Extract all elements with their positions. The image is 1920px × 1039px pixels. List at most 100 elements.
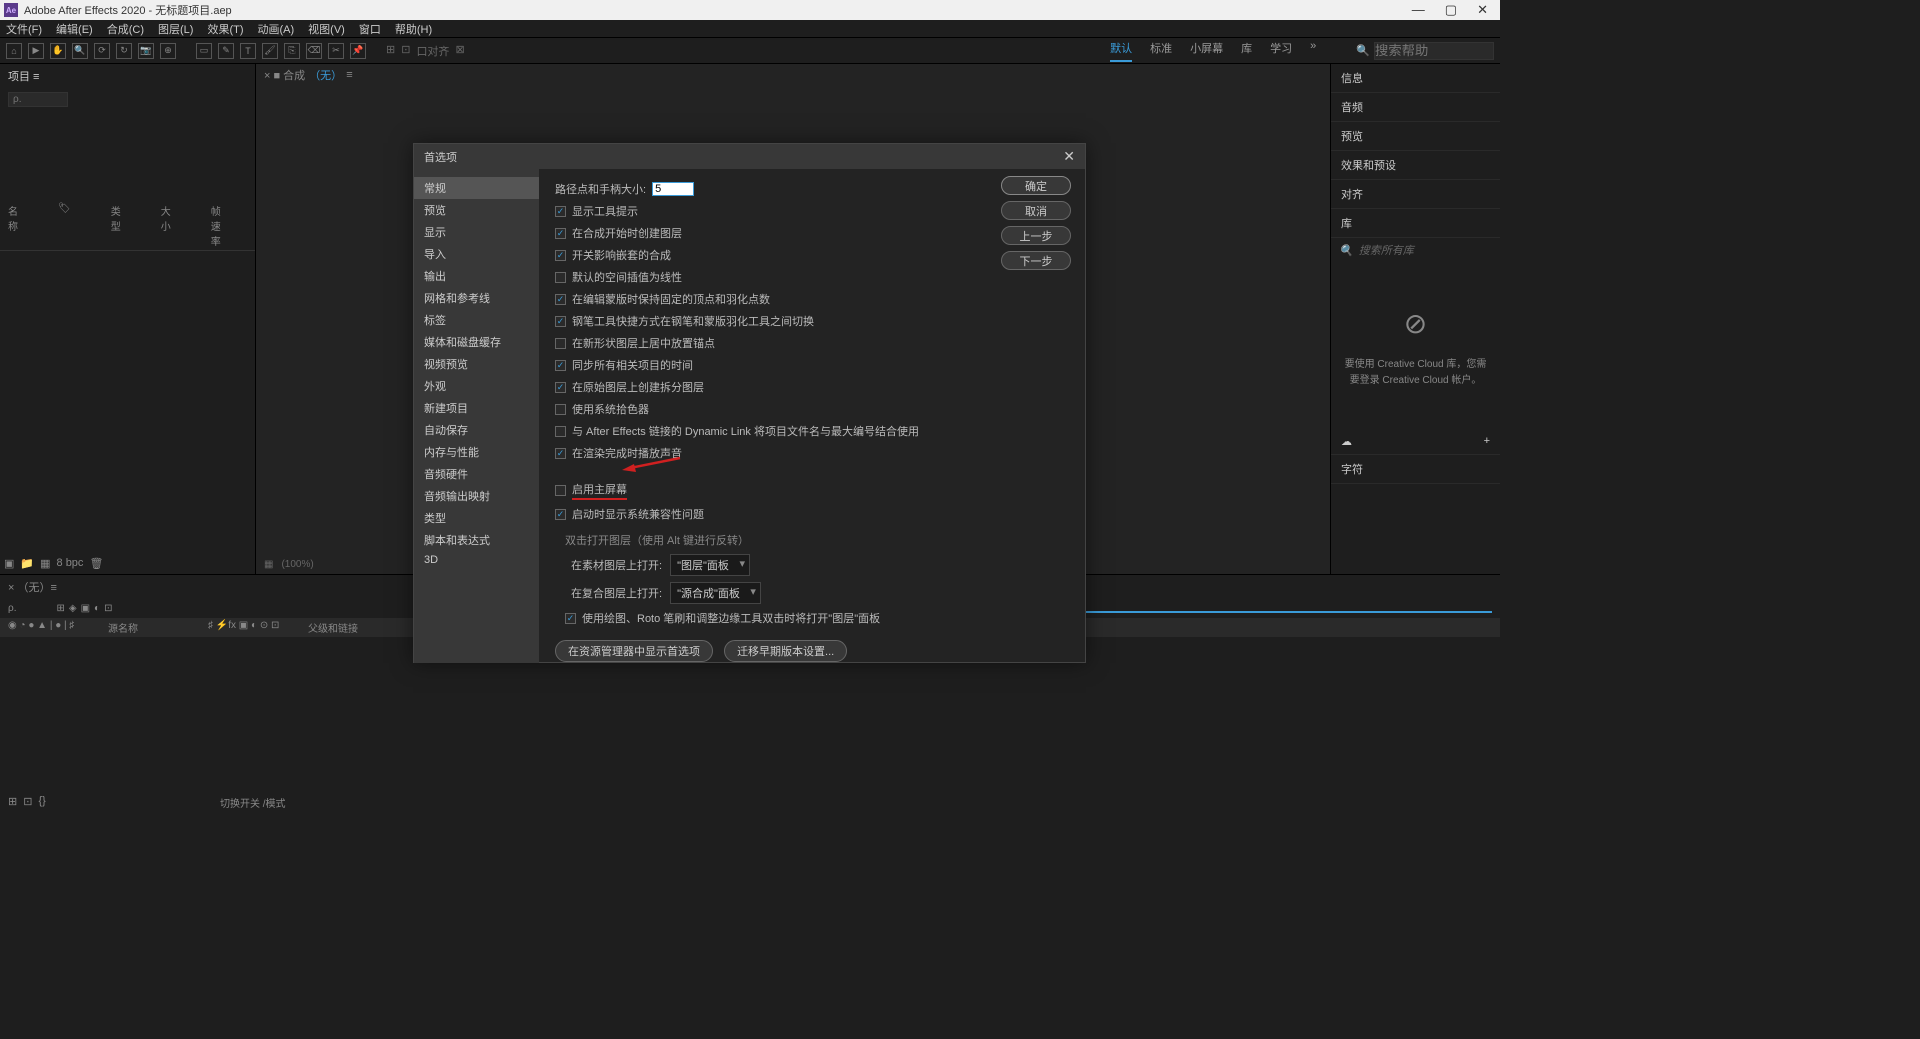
cat-labels[interactable]: 标签 [414, 309, 539, 331]
workspace-learn[interactable]: 学习 [1270, 40, 1292, 62]
cat-scripts[interactable]: 脚本和表达式 [414, 529, 539, 551]
prev-button[interactable]: 上一步 [1001, 226, 1071, 245]
minimize-button[interactable]: — [1412, 2, 1425, 18]
open-footage-select[interactable]: "图层"面板 [670, 554, 750, 576]
workspace-more[interactable]: » [1310, 40, 1316, 62]
chk-spatial-linear[interactable] [555, 272, 566, 283]
bpc-label[interactable]: 8 bpc [57, 557, 84, 570]
menu-view[interactable]: 视图(V) [308, 21, 345, 37]
tag-icon[interactable]: 🏷 [58, 203, 71, 248]
col-size[interactable]: 大小 [161, 203, 171, 248]
menu-window[interactable]: 窗口 [359, 21, 381, 37]
zoom-tool-icon[interactable]: 🔍 [72, 43, 88, 59]
cat-new-project[interactable]: 新建项目 [414, 397, 539, 419]
interpret-icon[interactable]: ▣ [4, 557, 14, 570]
chk-switches-nested[interactable] [555, 250, 566, 261]
menu-animation[interactable]: 动画(A) [258, 21, 295, 37]
menu-layer[interactable]: 图层(L) [158, 21, 193, 37]
snap-icon[interactable]: ⊞ [386, 43, 395, 59]
cat-memory[interactable]: 内存与性能 [414, 441, 539, 463]
ok-button[interactable]: 确定 [1001, 176, 1071, 195]
cat-appearance[interactable]: 外观 [414, 375, 539, 397]
tl-icon-1[interactable]: ⊞ [56, 603, 64, 614]
zoom-dropdown[interactable]: (100%) [281, 559, 313, 570]
comp-tab-label[interactable]: × ■ 合成 [264, 67, 305, 83]
col-type[interactable]: 类型 [111, 203, 121, 248]
chk-pen-shortcut[interactable] [555, 316, 566, 327]
cat-type[interactable]: 类型 [414, 507, 539, 529]
cloud-sync-icon[interactable]: ☁ [1341, 435, 1352, 448]
btn-migrate[interactable]: 迁移早期版本设置... [724, 640, 847, 662]
comp-menu-icon[interactable]: ≡ [346, 69, 352, 81]
eraser-tool-icon[interactable]: ⌫ [306, 43, 322, 59]
col-name[interactable]: 名称 [8, 203, 18, 248]
comp-icon[interactable]: ▦ [40, 557, 50, 570]
cat-output[interactable]: 输出 [414, 265, 539, 287]
tl-footer-icon-3[interactable]: {} [38, 795, 45, 808]
open-comp-select[interactable]: "源合成"面板 [670, 582, 761, 604]
btn-show-explorer[interactable]: 在资源管理器中显示首选项 [555, 640, 713, 662]
tl-icon-2[interactable]: ◈ [69, 603, 77, 614]
chk-tooltips[interactable] [555, 206, 566, 217]
orbit-tool-icon[interactable]: ⟳ [94, 43, 110, 59]
tl-source-name[interactable]: 源名称 [108, 620, 208, 635]
pen-tool-icon[interactable]: ✎ [218, 43, 234, 59]
panel-audio[interactable]: 音频 [1331, 93, 1500, 122]
tl-parent[interactable]: 父级和链接 [308, 620, 358, 635]
col-framerate[interactable]: 帧速率 [211, 203, 221, 248]
menu-file[interactable]: 文件(F) [6, 21, 42, 37]
maximize-button[interactable]: ▢ [1445, 2, 1457, 18]
workspace-default[interactable]: 默认 [1110, 40, 1132, 62]
rect-tool-icon[interactable]: ▭ [196, 43, 212, 59]
chk-paint-tools[interactable] [565, 613, 576, 624]
puppet-tool-icon[interactable]: 📌 [350, 43, 366, 59]
cat-audio-hw[interactable]: 音频硬件 [414, 463, 539, 485]
hand-tool-icon[interactable]: ✋ [50, 43, 66, 59]
project-tab[interactable]: 项目 ≡ [0, 64, 47, 88]
cat-auto-save[interactable]: 自动保存 [414, 419, 539, 441]
folder-icon[interactable]: 📁 [20, 557, 34, 570]
toggle-switches[interactable]: 切换开关 /模式 [220, 799, 286, 810]
panel-effects[interactable]: 效果和预设 [1331, 151, 1500, 180]
chk-sync-time[interactable] [555, 360, 566, 371]
anchor-tool-icon[interactable]: ⊕ [160, 43, 176, 59]
chk-split-layers[interactable] [555, 382, 566, 393]
chk-create-layers[interactable] [555, 228, 566, 239]
panel-preview[interactable]: 预览 [1331, 122, 1500, 151]
cat-display[interactable]: 显示 [414, 221, 539, 243]
workspace-small[interactable]: 小屏幕 [1190, 40, 1223, 62]
selection-tool-icon[interactable]: ▶ [28, 43, 44, 59]
cancel-button[interactable]: 取消 [1001, 201, 1071, 220]
chk-center-anchor[interactable] [555, 338, 566, 349]
text-tool-icon[interactable]: T [240, 43, 256, 59]
brush-tool-icon[interactable]: 🖌 [262, 43, 278, 59]
camera-tool-icon[interactable]: 📷 [138, 43, 154, 59]
path-point-input[interactable] [652, 182, 694, 196]
tl-footer-icon-1[interactable]: ⊞ [8, 795, 17, 808]
menu-effect[interactable]: 效果(T) [207, 21, 243, 37]
view-icon[interactable]: ▦ [264, 559, 273, 570]
tl-icon-5[interactable]: ⊡ [104, 603, 112, 614]
tl-icon-4[interactable]: ◐ [94, 603, 100, 614]
menu-edit[interactable]: 编辑(E) [56, 21, 93, 37]
search-help-input[interactable] [1374, 42, 1494, 60]
cat-3d[interactable]: 3D [414, 551, 539, 569]
library-search[interactable]: 🔍搜索所有库 [1331, 238, 1500, 262]
clone-tool-icon[interactable]: ⎘ [284, 43, 300, 59]
workspace-lib[interactable]: 库 [1241, 40, 1252, 62]
panel-character[interactable]: 字符 [1331, 455, 1500, 484]
project-search-input[interactable] [8, 92, 68, 107]
search-help-icon[interactable]: 🔍 [1356, 44, 1370, 57]
chk-home-screen[interactable] [555, 485, 566, 496]
timeline-search[interactable]: ρ. [8, 603, 16, 614]
trash-icon[interactable]: 🗑 [89, 557, 103, 570]
rotation-tool-icon[interactable]: ↻ [116, 43, 132, 59]
cat-media-cache[interactable]: 媒体和磁盘缓存 [414, 331, 539, 353]
chk-dynamic-link[interactable] [555, 426, 566, 437]
add-icon[interactable]: + [1484, 435, 1490, 447]
snap-toggle-icon[interactable]: ⊠ [455, 43, 464, 59]
panel-library[interactable]: 库 [1331, 209, 1500, 238]
panel-info[interactable]: 信息 [1331, 64, 1500, 93]
menu-composition[interactable]: 合成(C) [107, 21, 144, 37]
home-icon[interactable]: ⌂ [6, 43, 22, 59]
